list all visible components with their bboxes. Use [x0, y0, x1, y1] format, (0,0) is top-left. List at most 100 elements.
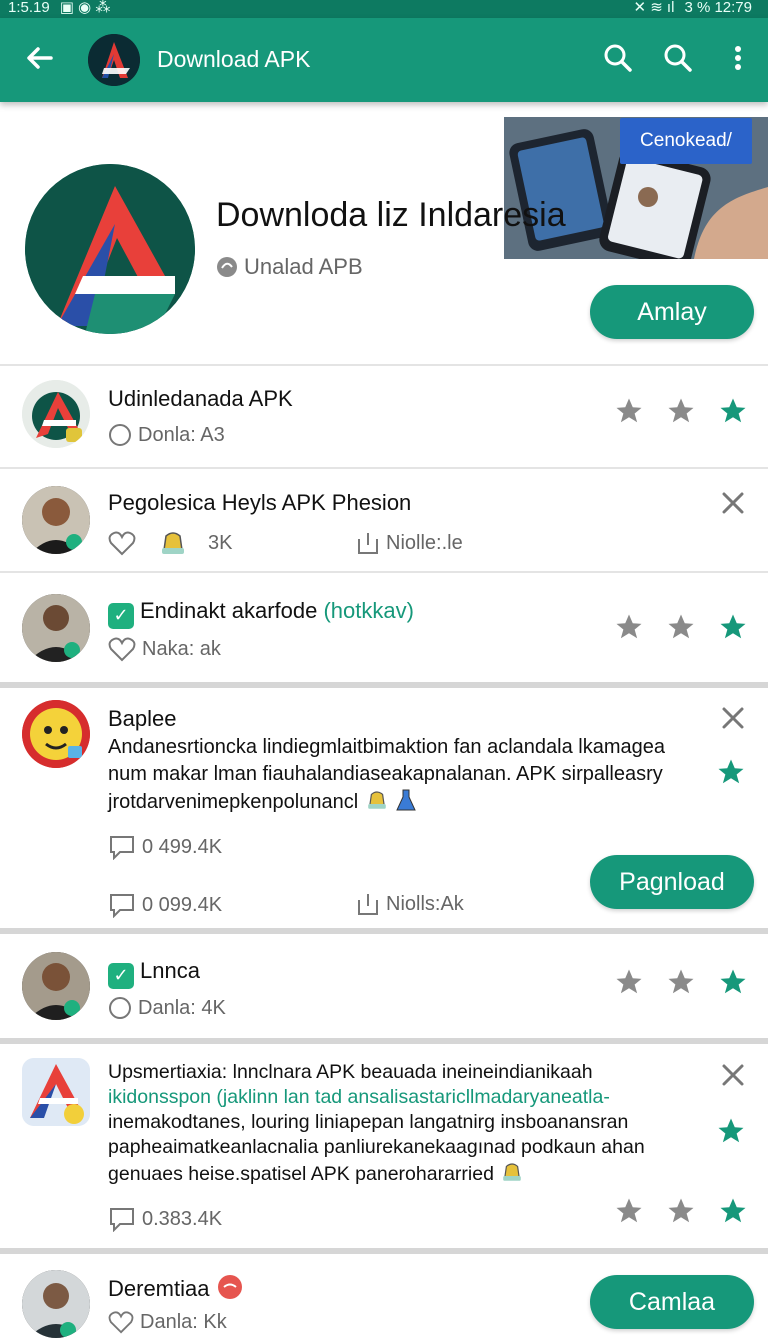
row-title: Lnnca: [140, 958, 200, 983]
row-meta: Donla: A3: [108, 423, 225, 447]
hero-subtitle: Unalad APB: [244, 254, 363, 279]
row-meta-count: 3K: [208, 531, 233, 554]
status-bar: 1:5.19 ▣ ◉ ⁂ ✕ ≋ ıl 3 % 12:79: [0, 0, 768, 18]
avatar[interactable]: [22, 1270, 90, 1338]
row-meta-right-text: Niolls:Ak: [386, 892, 464, 915]
verified-check-icon: ✓: [108, 962, 134, 989]
search-icon[interactable]: [600, 40, 636, 76]
star-icon[interactable]: [666, 967, 696, 997]
star-icon[interactable]: [718, 1196, 748, 1226]
divider: [0, 467, 768, 469]
row-title[interactable]: Pegolesica Heyls APK Phesion: [108, 490, 411, 516]
app-bar-title: Download APK: [157, 46, 311, 72]
clock-icon: [109, 997, 131, 1019]
back-arrow-icon[interactable]: [22, 40, 58, 76]
avatar[interactable]: [22, 380, 90, 448]
row-title-tag: (hotkkav): [323, 598, 414, 623]
star-icon[interactable]: [666, 612, 696, 642]
row-title-line[interactable]: Deremtiaa: [108, 1274, 244, 1302]
battery-clock: 3 % 12:79: [684, 0, 752, 16]
close-icon[interactable]: [720, 490, 746, 516]
comment-icon[interactable]: [108, 892, 136, 918]
clock-icon: [109, 424, 131, 446]
notification-icons: ▣ ◉ ⁂: [59, 0, 111, 16]
download-button[interactable]: Pagnload: [590, 855, 754, 909]
star-rating[interactable]: [614, 967, 748, 997]
hero-section: Cenokead/ Downloda liz Inldaresia Unalad…: [0, 102, 768, 364]
star-icon[interactable]: [614, 396, 644, 426]
star-icon[interactable]: [614, 1196, 644, 1226]
row-meta: 0.383.4K: [108, 1206, 222, 1232]
signal-icons: ✕ ≋ ıl: [633, 0, 675, 16]
avatar[interactable]: [22, 700, 90, 768]
divider: [0, 364, 768, 366]
row-description: Andanesrtioncka lindiegmlaitbimaktion fa…: [108, 734, 708, 816]
star-rating[interactable]: [614, 396, 748, 426]
row-meta-text: Danla: 4K: [138, 996, 226, 1019]
star-icon[interactable]: [666, 396, 696, 426]
star-icon[interactable]: [666, 1196, 696, 1226]
star-icon[interactable]: [614, 967, 644, 997]
row-title[interactable]: Udinledanada APK: [108, 386, 293, 412]
row-meta-right: Niolls:Ak: [356, 892, 464, 916]
star-icon[interactable]: [718, 396, 748, 426]
divider: [0, 1038, 768, 1044]
more-vert-icon[interactable]: [720, 40, 756, 76]
refresh-icon: [217, 257, 237, 277]
row-title-line[interactable]: ✓ Lnnca: [108, 958, 200, 989]
row-description-green: ikidonsspon (jaklinn lan tad ansalisasta…: [108, 1086, 475, 1108]
avatar[interactable]: [22, 952, 90, 1020]
star-icon[interactable]: [614, 612, 644, 642]
heart-icon[interactable]: [108, 636, 136, 662]
share-icon[interactable]: [356, 531, 380, 555]
hero-title: Downloda liz Inldaresia: [216, 196, 566, 234]
avatar[interactable]: [22, 486, 90, 554]
star-icon[interactable]: [718, 967, 748, 997]
row-description-line: ikidonsspon (jaklinn lan tad ansalisasta…: [108, 1085, 688, 1110]
avatar[interactable]: [22, 594, 90, 662]
row-meta: 0 099.4K: [108, 892, 222, 918]
heart-emoji-icon: [217, 1275, 242, 1299]
comment-icon[interactable]: [108, 834, 136, 860]
row-title[interactable]: Baplee: [108, 706, 177, 732]
row-meta: 3K: [108, 528, 232, 558]
star-rating[interactable]: [614, 1196, 748, 1226]
divider: [0, 682, 768, 688]
row-meta-right-text: Niolle:.le: [386, 531, 463, 554]
close-icon[interactable]: [720, 1062, 746, 1088]
avatar[interactable]: [22, 1058, 90, 1126]
app-logo: [88, 34, 140, 86]
star-icon[interactable]: [716, 757, 746, 787]
star-icon[interactable]: [718, 612, 748, 642]
apply-button[interactable]: Amlay: [590, 285, 754, 339]
banner-download-button[interactable]: Cenokead/: [620, 118, 752, 164]
app-big-logo: [25, 164, 195, 334]
status-time: 1:5.19: [8, 0, 50, 16]
row-title: Deremtiaa: [108, 1276, 210, 1301]
row-description-line: Upsmertiaxia: lnnclnara APK beauada inei…: [108, 1061, 593, 1083]
row-meta-text: 0 099.4K: [142, 893, 223, 916]
row-meta: Danla: 4K: [108, 996, 226, 1020]
heart-icon[interactable]: [108, 1310, 134, 1334]
row-description-line: inemakodtanes, louring liniapepan langat…: [108, 1110, 688, 1187]
row-meta: Danla: Kk: [108, 1310, 227, 1334]
verified-check-icon: ✓: [108, 602, 134, 629]
star-rating[interactable]: [614, 612, 748, 642]
app-bar: Download APK: [0, 18, 768, 102]
install-button[interactable]: Camlaa: [590, 1275, 754, 1329]
star-icon[interactable]: [716, 1116, 746, 1146]
row-title-line[interactable]: ✓ Endinakt akarfode (hotkkav): [108, 598, 414, 629]
bell-emoji-icon: [367, 791, 386, 809]
heart-icon[interactable]: [108, 530, 136, 556]
bell-emoji-icon: [162, 532, 184, 554]
row-description-green-2: madaryaneatla-: [474, 1086, 610, 1108]
row-meta: Naka: ak: [108, 636, 221, 662]
comment-icon[interactable]: [108, 1206, 136, 1232]
row-meta-text: Donla: A3: [138, 423, 225, 446]
close-icon[interactable]: [720, 705, 746, 731]
hero-subtitle-row: Unalad APB: [216, 254, 363, 280]
share-icon[interactable]: [356, 892, 380, 916]
divider: [0, 928, 768, 934]
search-icon[interactable]: [660, 40, 696, 76]
row-description: Upsmertiaxia: lnnclnara APK beauada inei…: [108, 1060, 688, 1187]
